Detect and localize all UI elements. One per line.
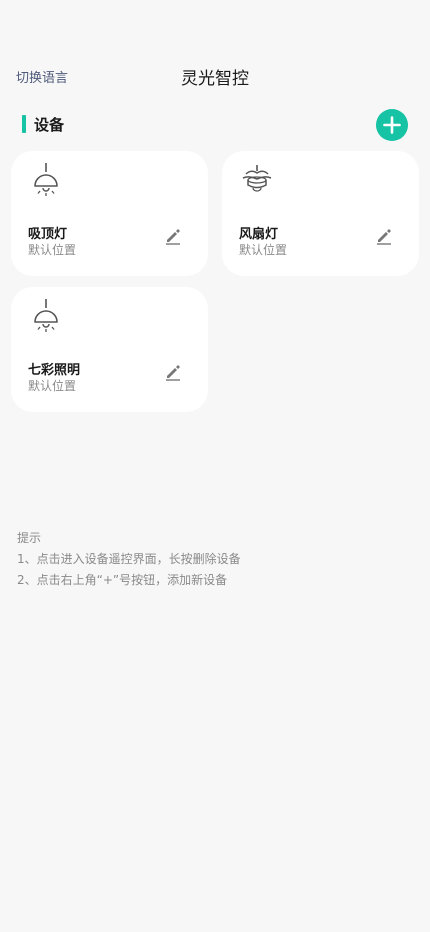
devices-section-header: 设备 [22,113,64,135]
ceiling-lamp-icon [34,299,58,332]
edit-icon[interactable] [164,363,182,381]
device-card[interactable]: 七彩照明 默认位置 [11,287,208,412]
add-device-button[interactable] [376,109,408,141]
edit-icon[interactable] [164,227,182,245]
page-title: 灵光智控 [181,69,249,89]
device-location: 默认位置 [28,379,77,393]
device-name: 吸顶灯 [28,227,68,242]
section-title: 设备 [34,115,65,134]
device-location: 默认位置 [239,243,288,257]
section-accent-bar [22,115,26,133]
edit-icon[interactable] [375,227,393,245]
device-card[interactable]: 风扇灯 默认位置 [222,151,419,276]
device-name: 七彩照明 [28,363,81,378]
fan-lamp-icon [242,165,272,192]
device-card[interactable]: 吸顶灯 默认位置 [11,151,208,276]
device-name: 风扇灯 [239,227,279,242]
tip-line: 1、点击进入设备遥控界面，长按删除设备 [17,552,241,566]
tip-line: 2、点击右上角“+”号按钮，添加新设备 [17,573,228,587]
plus-icon [383,116,401,134]
tips-title: 提示 [17,531,42,545]
tips-block: 提示 1、点击进入设备遥控界面，长按删除设备 2、点击右上角“+”号按钮，添加新… [17,528,241,591]
ceiling-lamp-icon [34,163,58,196]
device-location: 默认位置 [28,243,77,257]
top-bar: 切换语言 灵光智控 [0,60,430,94]
